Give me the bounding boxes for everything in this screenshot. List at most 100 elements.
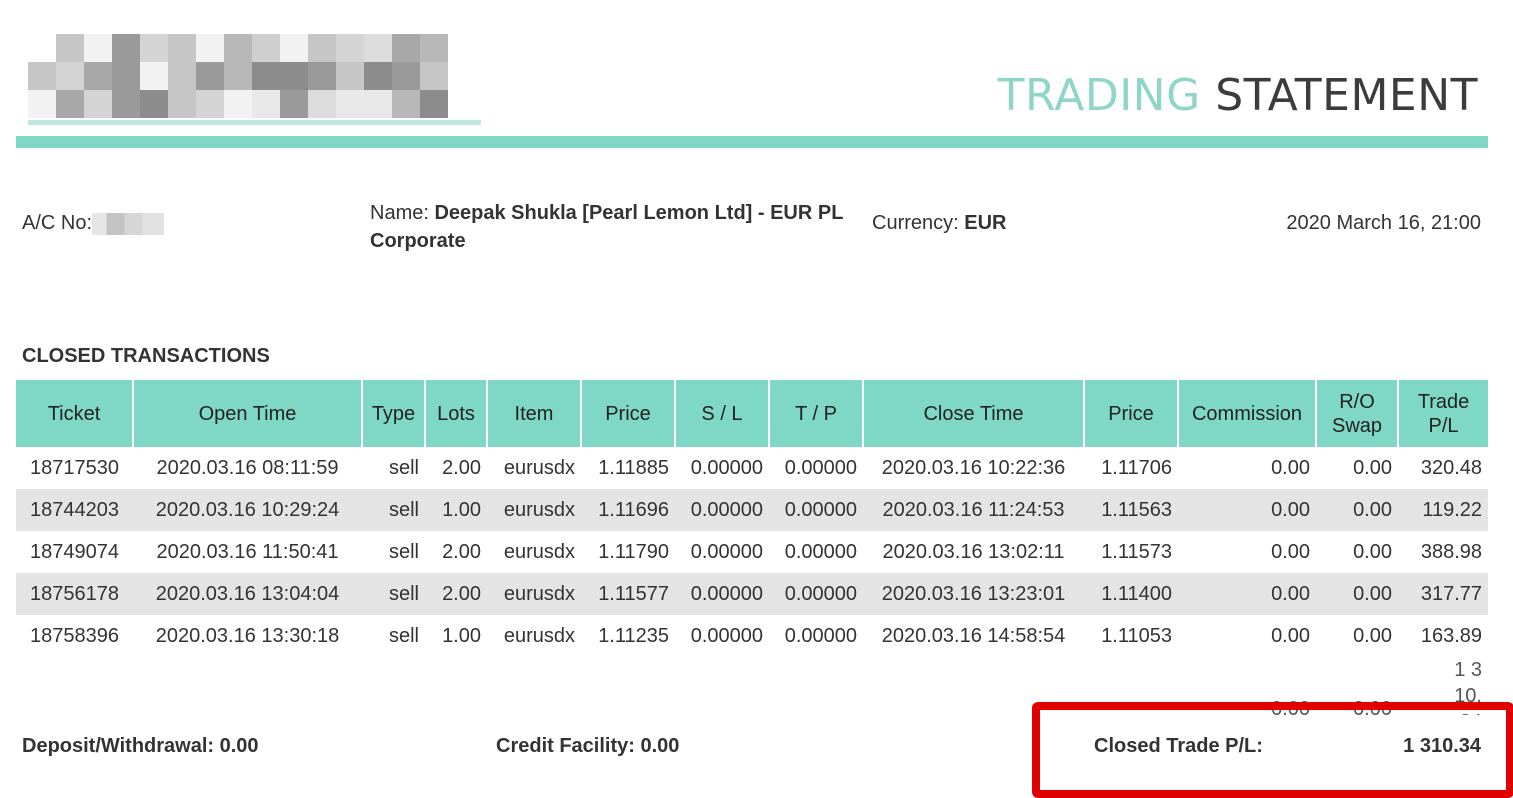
logo-pixel <box>140 34 168 62</box>
logo-pixel <box>168 62 196 90</box>
logo-pixel <box>420 62 448 90</box>
closed-trade-pl-highlight-box <box>1032 702 1513 798</box>
logo-pixel <box>308 34 336 62</box>
credit-facility: Credit Facility: 0.00 <box>496 735 680 757</box>
column-header: Price <box>580 380 675 447</box>
logo-pixel <box>168 90 196 118</box>
logo-pixel <box>392 62 420 90</box>
column-header: S / L <box>674 380 769 447</box>
table-cell-empty <box>362 657 425 721</box>
account-number-redacted <box>92 212 165 235</box>
table-cell: 0.00000 <box>690 456 763 479</box>
name-label: Name: <box>370 202 429 224</box>
logo-pixel <box>112 62 140 90</box>
column-header: Type <box>361 380 425 447</box>
table-cell: 1.11563 <box>1084 489 1178 531</box>
table-cell: 0.00 <box>1271 456 1310 479</box>
table-cell-empty <box>581 657 675 721</box>
table-cell: 1.11235 <box>598 624 669 647</box>
table-cell: 2020.03.16 10:29:24 <box>133 489 362 531</box>
column-header: Open Time <box>132 380 362 447</box>
table-cell: 320.48 <box>1420 456 1482 479</box>
header-bar <box>16 136 1488 148</box>
logo-pixel <box>84 90 112 118</box>
table-cell-empty <box>487 657 581 721</box>
closed-transactions-table: Ticket Open Time Type Lots Item Price S / LT /… <box>16 380 1488 721</box>
logo-pixel <box>280 62 308 90</box>
table-cell: 0.00 <box>1271 624 1310 647</box>
table-cell: 0.00 <box>1316 489 1398 531</box>
logo-pixel <box>168 34 196 62</box>
table-row: 18749074 2020.03.16 11:50:41 sell 2.00 eurus… <box>16 531 1488 573</box>
acno-label: A/C No: <box>22 212 93 234</box>
name-value-line2: Corporate <box>370 230 466 252</box>
table-cell: 2020.03.16 11:50:41 <box>156 540 339 563</box>
table-cell: 0.00 <box>1316 573 1398 615</box>
table-cell: 0.00 <box>1353 456 1392 479</box>
table-cell: sell <box>362 489 425 531</box>
logo-pixel <box>336 34 364 62</box>
table-cell: 0.00000 <box>769 489 863 531</box>
table-cell: eurusdx <box>503 540 575 563</box>
title-statement: STATEMENT <box>1215 70 1478 121</box>
table-cell: 18756178 <box>16 573 133 615</box>
table-cell: 0.00000 <box>675 573 769 615</box>
logo-pixel <box>224 62 252 90</box>
logo-pixel <box>280 34 308 62</box>
table-cell-empty <box>133 657 362 721</box>
currency-label: Currency: <box>872 212 959 234</box>
table-cell-empty <box>675 657 769 721</box>
logo-pixel <box>196 90 224 118</box>
table-cell-empty <box>769 657 863 721</box>
table-row: 18758396 2020.03.16 13:30:18 sell 1.00 eurus… <box>16 615 1488 657</box>
table-cell: 2.00 <box>442 456 481 479</box>
document-title: TRADING STATEMENT <box>998 70 1478 121</box>
logo-pixel <box>224 90 252 118</box>
column-header: R/O Swap <box>1315 380 1398 447</box>
table-row: 18756178 2020.03.16 13:04:04 sell 2.00 eurus… <box>16 573 1488 615</box>
table-cell: 1.11706 <box>1101 456 1172 479</box>
table-cell: 18744203 <box>16 489 133 531</box>
name-value: Deepak Shukla [Pearl Lemon Ltd] - EUR PL <box>434 202 844 224</box>
table-cell: 317.77 <box>1398 573 1488 615</box>
table-cell: 2020.03.16 13:04:04 <box>133 573 362 615</box>
logo-pixel <box>392 90 420 118</box>
table-cell: 1.11573 <box>1101 540 1172 563</box>
column-header: Lots <box>424 380 487 447</box>
table-cell: 0.00000 <box>784 540 857 563</box>
logo-pixel <box>140 90 168 118</box>
logo-pixel <box>112 34 140 62</box>
column-header: Close Time <box>862 380 1084 447</box>
currency-value: EUR <box>964 212 1007 234</box>
table-cell: eurusdx <box>503 456 575 479</box>
currency: Currency: EUR <box>872 212 1007 235</box>
table-cell: 2020.03.16 13:23:01 <box>863 573 1084 615</box>
table-cell: eurusdx <box>503 624 575 647</box>
table-cell: 388.98 <box>1420 540 1482 563</box>
logo-pixel <box>308 90 336 118</box>
table-cell: 18717530 <box>30 456 119 479</box>
logo-underline <box>28 120 481 125</box>
logo-pixel <box>252 90 280 118</box>
table-cell: 2020.03.16 08:11:59 <box>156 456 339 479</box>
title-trading: TRADING <box>997 70 1216 121</box>
table-cell: 163.89 <box>1420 624 1482 647</box>
table-cell: 1.11696 <box>581 489 675 531</box>
table-cell: 2020.03.16 11:24:53 <box>863 489 1084 531</box>
table-cell: sell <box>388 456 419 479</box>
account-name: Name: Deepak Shukla [Pearl Lemon Ltd] - … <box>370 199 843 255</box>
table-cell: 2020.03.16 14:58:54 <box>881 624 1066 647</box>
table-cell: 0.00 <box>1271 540 1310 563</box>
logo-pixel <box>252 62 280 90</box>
column-header: Price <box>1083 380 1178 447</box>
table-cell: 0.00000 <box>675 489 769 531</box>
table-cell: 0.00000 <box>690 540 763 563</box>
logo-pixel <box>224 34 252 62</box>
logo-pixel <box>308 62 336 90</box>
column-header: Item <box>486 380 581 447</box>
table-cell: 1.00 <box>442 624 481 647</box>
table-cell: 0.00 <box>1353 624 1392 647</box>
logo-pixel <box>364 90 392 118</box>
company-logo-pixelated <box>28 20 478 124</box>
table-cell: 0.00000 <box>690 624 763 647</box>
